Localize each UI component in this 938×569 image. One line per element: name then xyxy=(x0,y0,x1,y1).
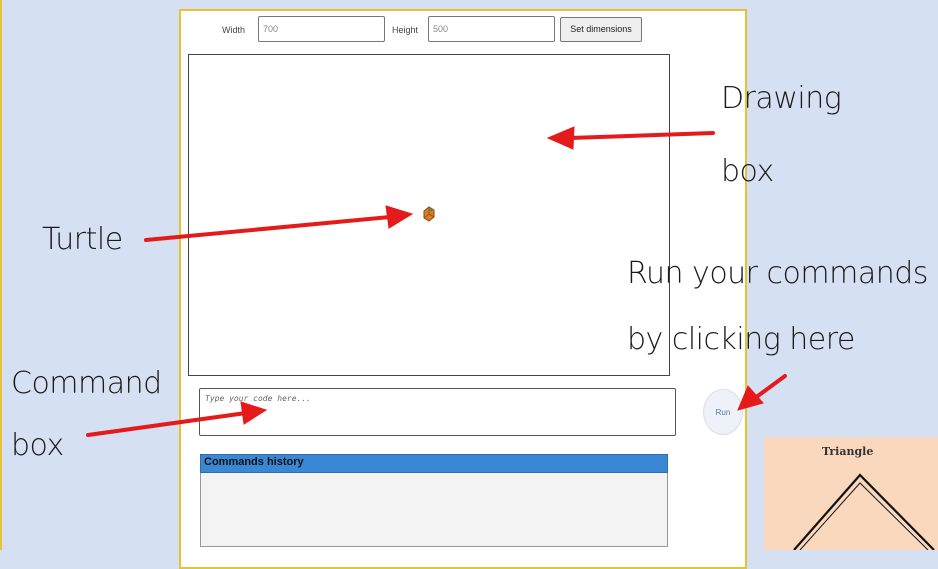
annotation-run-line2: by clicking here xyxy=(627,322,855,357)
height-input[interactable]: 500 xyxy=(428,16,555,42)
annotation-command: Command xyxy=(11,366,162,401)
annotation-drawing: Drawing xyxy=(721,81,842,116)
left-page-border xyxy=(0,0,2,550)
height-label: Height xyxy=(392,25,419,35)
commands-history-header: Commands history xyxy=(200,454,668,473)
annotation-drawing-box: box xyxy=(721,154,774,189)
annotation-command-box: box xyxy=(11,428,64,463)
width-label: Width xyxy=(222,25,246,35)
command-input[interactable]: Type your code here... xyxy=(199,388,676,436)
commands-history-list[interactable] xyxy=(200,473,668,547)
annotation-turtle: Turtle xyxy=(42,222,123,257)
run-button[interactable]: Run xyxy=(703,389,743,435)
annotation-run-line1: Run your commands xyxy=(627,256,928,291)
turtle-icon xyxy=(423,206,435,222)
width-input[interactable]: 700 xyxy=(258,16,385,42)
triangle-example-card: Triangle xyxy=(764,437,938,550)
triangle-drawing xyxy=(793,473,935,550)
arrow-to-run-button xyxy=(753,374,787,400)
set-dimensions-button[interactable]: Set dimensions xyxy=(560,17,642,42)
